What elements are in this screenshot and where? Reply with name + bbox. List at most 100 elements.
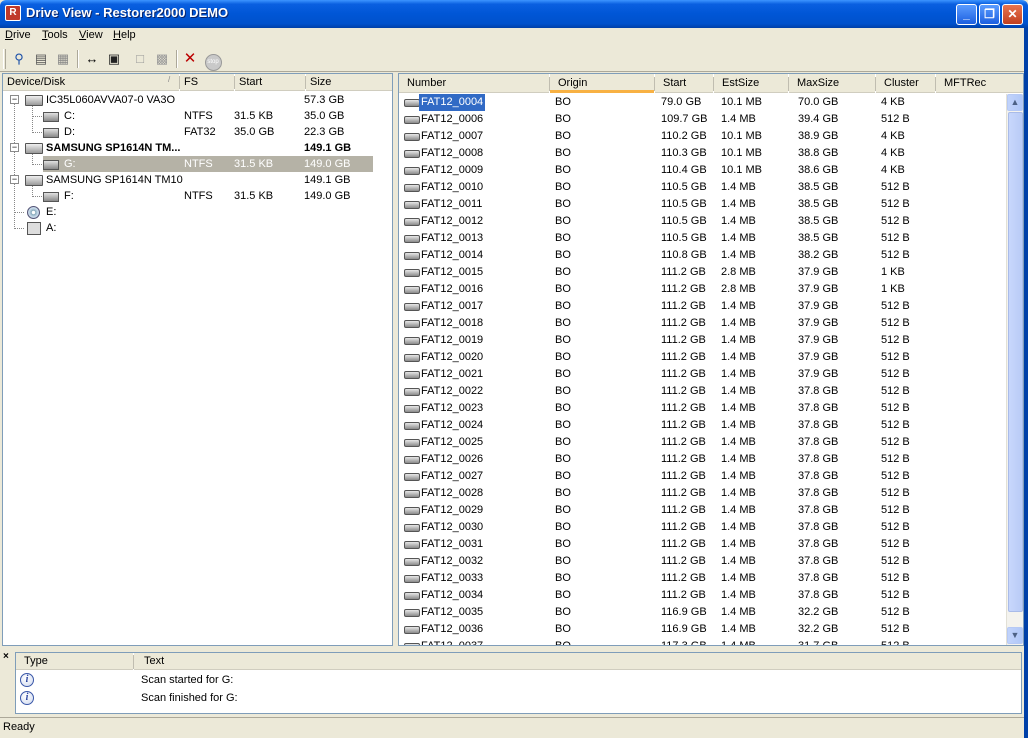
scan-icon[interactable]: ⚲	[10, 50, 28, 68]
tree-item-f[interactable]: F: NTFS 31.5 KB 149.0 GB	[3, 188, 392, 204]
recover-icon[interactable]: □	[131, 50, 149, 68]
log-row[interactable]: i Scan finished for G:	[16, 690, 1016, 707]
partition-icon	[404, 456, 420, 464]
table-row[interactable]: FAT12_0030 BO 111.2 GB 1.4 MB 37.8 GB 512 B	[399, 519, 1005, 536]
col-header-device[interactable]: Device/Disk	[3, 74, 179, 91]
table-row[interactable]: FAT12_0008 BO 110.3 GB 10.1 MB 38.8 GB 4 KB	[399, 145, 1005, 162]
tree-item-e[interactable]: E:	[3, 204, 392, 220]
table-row[interactable]: FAT12_0026 BO 111.2 GB 1.4 MB 37.8 GB 512 B	[399, 451, 1005, 468]
scan-options-icon[interactable]: ▦	[54, 50, 72, 68]
device-tree-panel[interactable]: Device/Disk / FS Start Size − IC35L060AV…	[2, 73, 393, 646]
log-row[interactable]: i Scan started for G:	[16, 672, 1016, 689]
collapse-icon[interactable]: −	[10, 95, 19, 104]
cell-estsize: 1.4 MB	[721, 453, 756, 465]
tree-item-c[interactable]: C: NTFS 31.5 KB 35.0 GB	[3, 108, 392, 124]
table-row[interactable]: FAT12_0027 BO 111.2 GB 1.4 MB 37.8 GB 512 B	[399, 468, 1005, 485]
maximize-button[interactable]: ❐	[979, 4, 1000, 25]
table-row[interactable]: FAT12_0022 BO 111.2 GB 1.4 MB 37.8 GB 512 B	[399, 383, 1005, 400]
tree-item-disk1[interactable]: − SAMSUNG SP1614N TM... 149.1 GB	[3, 140, 392, 156]
cell-maxsize: 37.9 GB	[798, 368, 839, 380]
col-header-origin[interactable]: Origin	[550, 74, 654, 93]
table-row[interactable]: FAT12_0035 BO 116.9 GB 1.4 MB 32.2 GB 512 B	[399, 604, 1005, 621]
table-row[interactable]: FAT12_0032 BO 111.2 GB 1.4 MB 37.8 GB 512 B	[399, 553, 1005, 570]
scroll-up-icon[interactable]: ▲	[1007, 94, 1023, 111]
table-row[interactable]: FAT12_0007 BO 110.2 GB 10.1 MB 38.9 GB 4 KB	[399, 128, 1005, 145]
tree-item-label: SAMSUNG SP1614N TM...	[46, 142, 181, 154]
menu-tools[interactable]: Tools	[42, 29, 68, 41]
table-row[interactable]: FAT12_0028 BO 111.2 GB 1.4 MB 37.8 GB 512 B	[399, 485, 1005, 502]
table-row[interactable]: FAT12_0011 BO 110.5 GB 1.4 MB 38.5 GB 512 B	[399, 196, 1005, 213]
partition-list-panel[interactable]: Number Origin Start EstSize MaxSize Clus…	[398, 73, 1024, 646]
app-icon[interactable]: R	[5, 5, 21, 21]
table-row[interactable]: FAT12_0024 BO 111.2 GB 1.4 MB 37.8 GB 512 B	[399, 417, 1005, 434]
table-row[interactable]: FAT12_0034 BO 111.2 GB 1.4 MB 37.8 GB 512 B	[399, 587, 1005, 604]
menu-help[interactable]: Help	[113, 29, 136, 41]
table-row[interactable]: FAT12_0033 BO 111.2 GB 1.4 MB 37.8 GB 512 B	[399, 570, 1005, 587]
menu-view[interactable]: View	[79, 29, 103, 41]
cell-maxsize: 38.8 GB	[798, 147, 839, 159]
tree-item-a[interactable]: A:	[3, 220, 392, 236]
table-row[interactable]: FAT12_0018 BO 111.2 GB 1.4 MB 37.9 GB 512 B	[399, 315, 1005, 332]
table-row[interactable]: FAT12_0004 BO 79.0 GB 10.1 MB 70.0 GB 4 KB	[399, 94, 1005, 111]
table-row[interactable]: FAT12_0010 BO 110.5 GB 1.4 MB 38.5 GB 512 B	[399, 179, 1005, 196]
col-header-start[interactable]: Start	[235, 74, 305, 91]
open-image-icon[interactable]: ▤	[32, 50, 50, 68]
table-row[interactable]: FAT12_0013 BO 110.5 GB 1.4 MB 38.5 GB 512 B	[399, 230, 1005, 247]
col-header-start[interactable]: Start	[655, 74, 713, 93]
scrollbar-thumb[interactable]	[1008, 112, 1023, 612]
table-row[interactable]: FAT12_0020 BO 111.2 GB 1.4 MB 37.9 GB 512 B	[399, 349, 1005, 366]
table-row[interactable]: FAT12_0029 BO 111.2 GB 1.4 MB 37.8 GB 512 B	[399, 502, 1005, 519]
col-header-fs[interactable]: FS	[180, 74, 234, 91]
table-row[interactable]: FAT12_0019 BO 111.2 GB 1.4 MB 37.9 GB 512 B	[399, 332, 1005, 349]
table-row[interactable]: FAT12_0012 BO 110.5 GB 1.4 MB 38.5 GB 512 B	[399, 213, 1005, 230]
delete-icon[interactable]: ✕	[181, 50, 199, 68]
cell-number: FAT12_0022	[421, 385, 484, 397]
save-icon[interactable]: ▣	[105, 50, 123, 68]
table-row[interactable]: FAT12_0016 BO 111.2 GB 2.8 MB 37.9 GB 1 KB	[399, 281, 1005, 298]
copy-icon[interactable]: ▩	[153, 50, 171, 68]
collapse-icon[interactable]: −	[10, 143, 19, 152]
close-log-icon[interactable]: ×	[3, 651, 9, 662]
table-row[interactable]: FAT12_0015 BO 111.2 GB 2.8 MB 37.9 GB 1 KB	[399, 264, 1005, 281]
minimize-button[interactable]: _	[956, 4, 977, 25]
partition-icon	[404, 524, 420, 532]
col-header-estsize[interactable]: EstSize	[714, 74, 788, 93]
collapse-icon[interactable]: −	[10, 175, 19, 184]
toolbar-grip[interactable]	[3, 49, 6, 69]
log-col-header-type[interactable]: Type	[16, 653, 133, 670]
tree-item-disk2[interactable]: − SAMSUNG SP1614N TM10 149.1 GB	[3, 172, 392, 188]
scroll-down-icon[interactable]: ▼	[1007, 627, 1023, 644]
cell-estsize: 1.4 MB	[721, 487, 756, 499]
table-row[interactable]: FAT12_0025 BO 111.2 GB 1.4 MB 37.8 GB 512 B	[399, 434, 1005, 451]
table-row[interactable]: FAT12_0017 BO 111.2 GB 1.4 MB 37.9 GB 512 B	[399, 298, 1005, 315]
vertical-scrollbar[interactable]: ▲ ▼	[1006, 94, 1023, 645]
partition-icon	[404, 643, 420, 645]
cell-start: 111.2 GB	[661, 368, 706, 380]
col-header-size[interactable]: Size	[306, 74, 392, 91]
stop-icon[interactable]: stop	[204, 50, 222, 71]
log-list[interactable]: Type Text i Scan started for G: i Scan f…	[15, 652, 1022, 714]
tree-item-start: 31.5 KB	[234, 158, 274, 170]
title-bar[interactable]: R Drive View - Restorer2000 DEMO _ ❐ ✕	[0, 0, 1028, 28]
col-header-maxsize[interactable]: MaxSize	[789, 74, 875, 93]
tree-item-g[interactable]: G: NTFS 31.5 KB 149.0 GB	[3, 156, 392, 172]
col-header-cluster[interactable]: Cluster	[876, 74, 935, 93]
resize-icon[interactable]: ↔	[83, 50, 101, 68]
table-row[interactable]: FAT12_0023 BO 111.2 GB 1.4 MB 37.8 GB 512 B	[399, 400, 1005, 417]
tree-item-d[interactable]: D: FAT32 35.0 GB 22.3 GB	[3, 124, 392, 140]
table-row[interactable]: FAT12_0009 BO 110.4 GB 10.1 MB 38.6 GB 4 KB	[399, 162, 1005, 179]
table-row[interactable]: FAT12_0036 BO 116.9 GB 1.4 MB 32.2 GB 512 B	[399, 621, 1005, 638]
tree-item-disk0[interactable]: − IC35L060AVVA07-0 VA3O 57.3 GB	[3, 92, 392, 108]
table-row[interactable]: FAT12_0021 BO 111.2 GB 1.4 MB 37.9 GB 512 B	[399, 366, 1005, 383]
col-header-mftrec[interactable]: MFTRec	[936, 74, 1023, 93]
col-header-number[interactable]: Number	[399, 74, 549, 93]
close-button[interactable]: ✕	[1002, 4, 1023, 25]
table-row[interactable]: FAT12_0037 BO 117.3 GB 1.4 MB 31.7 GB 512 B	[399, 638, 1005, 645]
log-col-header-text[interactable]: Text	[134, 653, 1021, 670]
cell-estsize: 1.4 MB	[721, 436, 756, 448]
cell-cluster: 4 KB	[881, 96, 905, 108]
table-row[interactable]: FAT12_0014 BO 110.8 GB 1.4 MB 38.2 GB 512 B	[399, 247, 1005, 264]
table-row[interactable]: FAT12_0006 BO 109.7 GB 1.4 MB 39.4 GB 512 B	[399, 111, 1005, 128]
menu-drive[interactable]: Drive	[5, 29, 31, 41]
table-row[interactable]: FAT12_0031 BO 111.2 GB 1.4 MB 37.8 GB 512 B	[399, 536, 1005, 553]
